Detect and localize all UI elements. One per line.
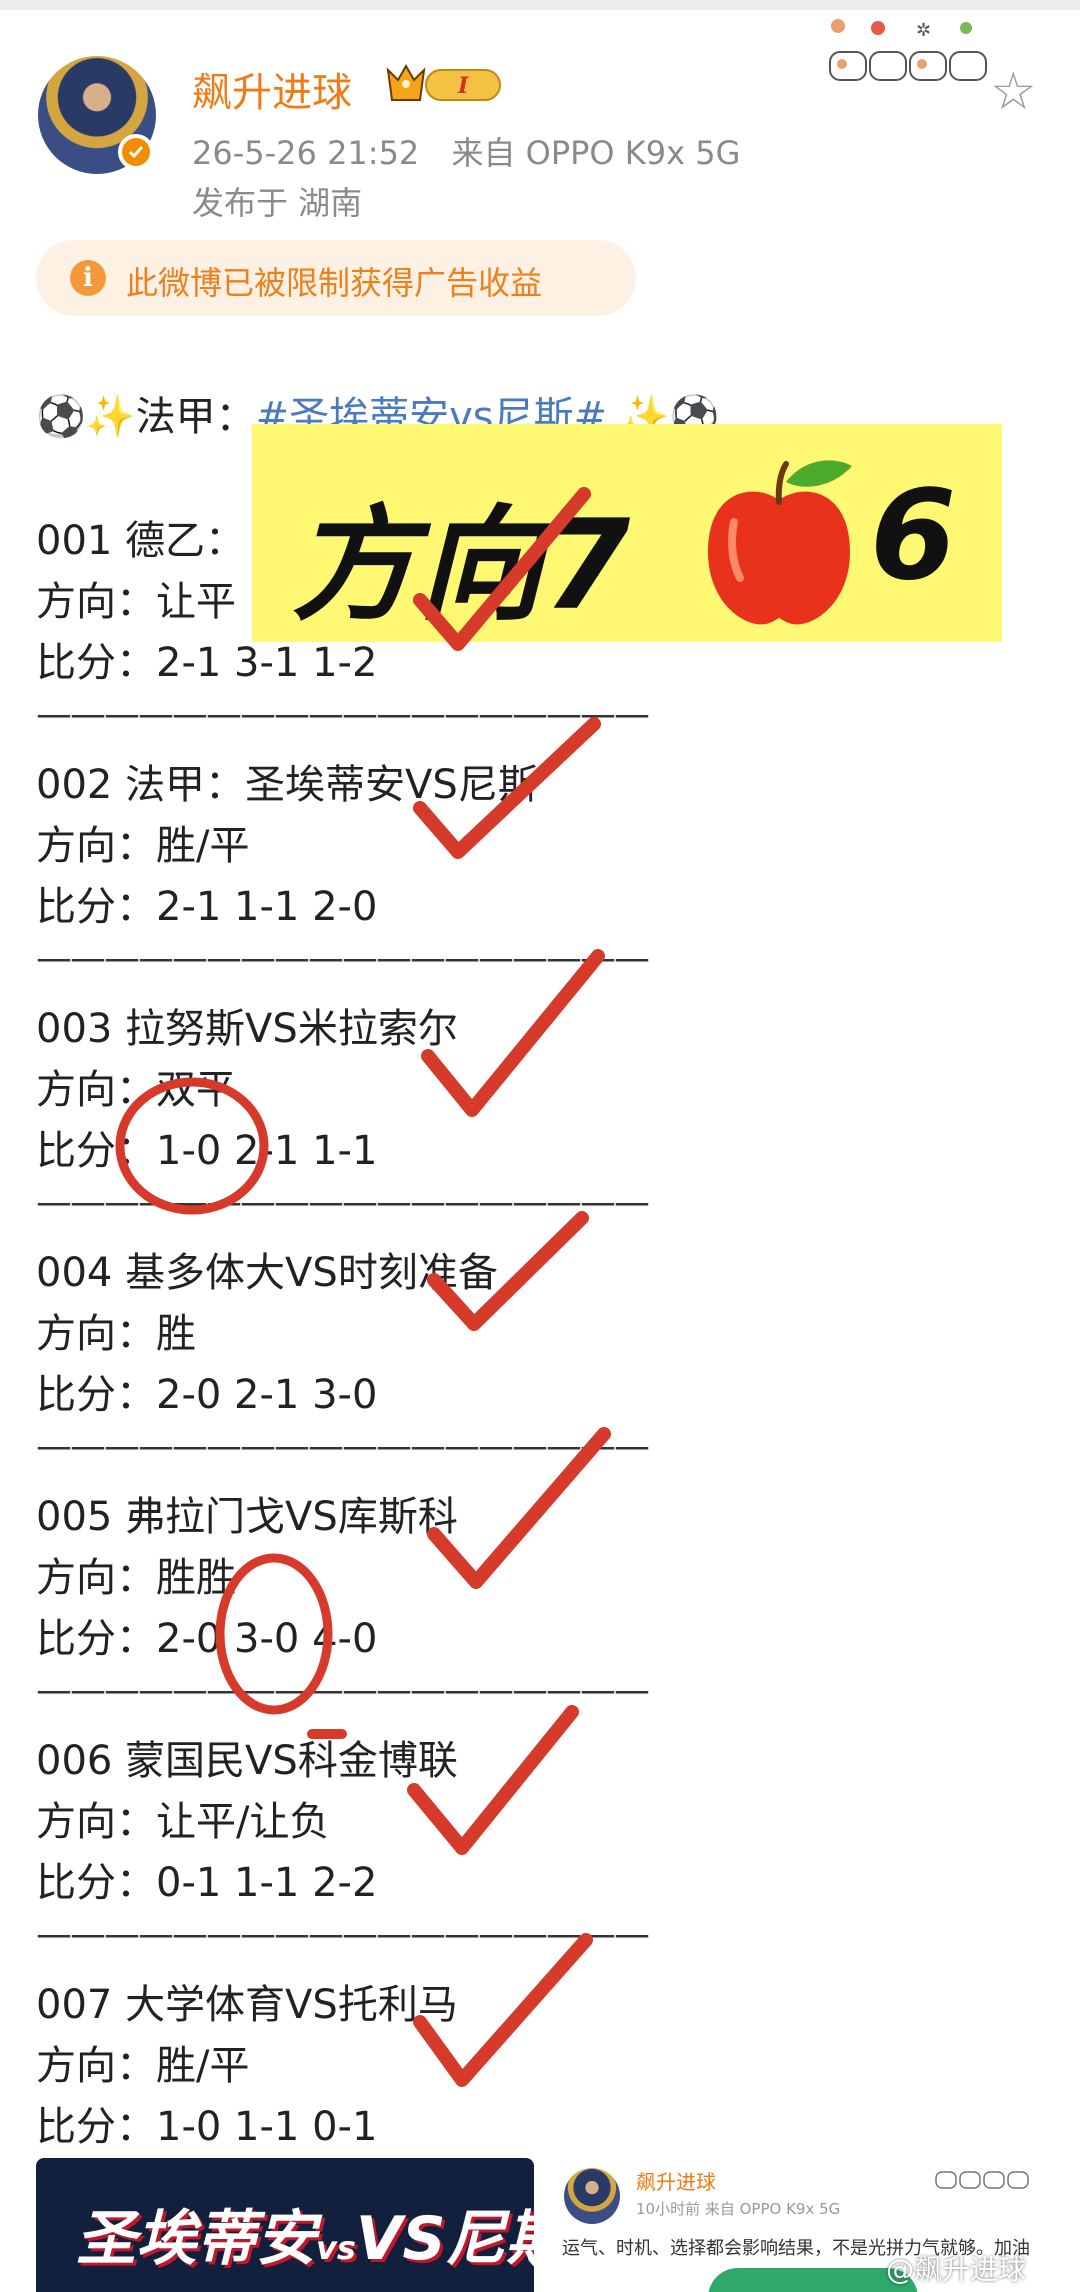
entry-2-match: 002 法甲：圣埃蒂安VS尼斯 [36, 762, 538, 808]
thumbnail-title: 圣埃蒂安vsVS尼斯 [76, 2190, 534, 2277]
level-badge-text: I [457, 73, 469, 99]
separator: —————————————————— [36, 1914, 650, 1955]
banner-text: 方向7 [292, 494, 633, 638]
mini-cat-stickers-icon [935, 2171, 1029, 2189]
username[interactable]: 飙升进球 [192, 60, 352, 118]
entry-1-direction: 方向：让平 [36, 579, 236, 625]
thumbnail-title-a: 圣埃蒂安 [76, 2204, 316, 2274]
entry-7-score: 比分：1-0 1-1 0-1 [36, 2104, 378, 2150]
thumbnail-vs: vs [316, 2229, 356, 2267]
top-edge [0, 0, 1080, 10]
result-banner: 方向7 6 [252, 424, 1002, 642]
banner-number: 6 [870, 464, 957, 608]
info-icon: i [70, 260, 106, 296]
entry-4-direction: 方向：胜 [36, 1311, 196, 1357]
entry-6-match: 006 蒙国民VS科金博联 [36, 1738, 458, 1784]
separator: —————————————————— [36, 938, 650, 979]
mini-username: 飙升进球 [636, 2170, 716, 2194]
mini-avatar [564, 2168, 620, 2224]
entry-3-score: 比分：1-0 2-1 1-1 [36, 1128, 378, 1174]
entry-3-direction: 方向：双平 [36, 1067, 236, 1113]
image-thumbnail-left[interactable]: 圣埃蒂安vsVS尼斯 [36, 2158, 534, 2292]
separator: —————————————————— [36, 1670, 650, 1711]
post-location: 发布于 湖南 [192, 184, 363, 222]
separator: —————————————————— [36, 694, 650, 735]
entry-7-direction: 方向：胜/平 [36, 2043, 250, 2089]
weibo-watermark: @飙升进球 [886, 2253, 1027, 2286]
thumbnail-title-b: VS尼斯 [355, 2204, 534, 2274]
entry-7-match: 007 大学体育VS托利马 [36, 1982, 458, 2028]
post-source: 来自 OPPO K9x 5G [451, 134, 741, 172]
entry-5-match: 005 弗拉门戈VS库斯科 [36, 1494, 458, 1540]
entry-6-direction: 方向：让平/让负 [36, 1799, 330, 1845]
entry-1-match: 001 德乙： [36, 518, 246, 564]
level-crown-icon: I [386, 63, 501, 101]
entry-2-direction: 方向：胜/平 [36, 823, 250, 869]
entry-5-direction: 方向：胜胜 [36, 1555, 236, 1601]
favorite-star-icon[interactable]: ☆ [990, 66, 1037, 118]
svg-text:✲: ✲ [916, 20, 931, 41]
separator: —————————————————— [36, 1426, 650, 1467]
entry-2-score: 比分：2-1 1-1 2-0 [36, 884, 378, 930]
mini-meta: 10小时前 来自 OPPO K9x 5G [636, 2200, 841, 2218]
separator: —————————————————— [36, 1182, 650, 1223]
entry-6-score: 比分：0-1 1-1 2-2 [36, 1860, 378, 1906]
ad-restriction-notice: i 此微博已被限制获得广告收益 [36, 240, 636, 316]
title-prefix: ⚽✨法甲： [36, 394, 256, 440]
entry-4-score: 比分：2-0 2-1 3-0 [36, 1372, 378, 1418]
post-time: 26-5-26 21:52 [192, 134, 420, 172]
notice-text: 此微博已被限制获得广告收益 [126, 264, 543, 302]
cat-stickers-icon: ✲ [829, 19, 987, 81]
entry-3-match: 003 拉努斯VS米拉索尔 [36, 1006, 458, 1052]
entry-4-match: 004 基多体大VS时刻准备 [36, 1250, 498, 1296]
entry-5-score: 比分：2-0 3-0 4-0 [36, 1616, 378, 1662]
post-meta: 26-5-26 21:52 来自 OPPO K9x 5G [192, 128, 762, 174]
apple-icon [708, 460, 852, 625]
verified-badge-icon [118, 134, 154, 170]
